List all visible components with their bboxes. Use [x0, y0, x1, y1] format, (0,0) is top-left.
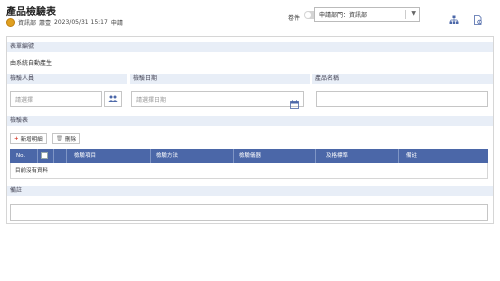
column-divider: [66, 149, 67, 163]
date-placeholder: 請選擇日期: [136, 96, 167, 104]
column-header-item: 檢驗項目: [74, 153, 97, 159]
trash-icon: 🗑: [56, 135, 63, 142]
toggle-knob: [305, 12, 311, 18]
inspector-placeholder: 請選擇: [15, 96, 34, 104]
column-divider: [233, 149, 234, 163]
column-divider: [37, 149, 38, 163]
form-no-section-header: 表單編號: [7, 42, 493, 52]
column-divider: [398, 149, 399, 163]
inspection-section-header: 檢驗表: [7, 116, 493, 126]
add-detail-button[interactable]: + 新增明細: [10, 133, 47, 144]
select-people-button[interactable]: [104, 91, 122, 107]
plus-icon: +: [14, 135, 19, 142]
date-label: 檢驗日期: [130, 74, 310, 84]
inspector-label: 檢驗人員: [7, 74, 127, 84]
page-title: 產品檢驗表: [6, 7, 56, 18]
table-header: No. 檢驗項目 檢驗方法 檢驗儀器 及格標準 備註: [10, 149, 488, 163]
column-header-standard: 及格標準: [326, 153, 349, 159]
column-divider: [150, 149, 151, 163]
meta-status: 申請: [110, 19, 123, 27]
column-header-instrument: 檢驗儀器: [239, 153, 262, 159]
avatar: [6, 17, 15, 27]
meta-datetime: 2023/05/31 15:17: [54, 18, 108, 26]
column-divider: [53, 149, 54, 163]
select-all-checkbox[interactable]: [41, 152, 48, 159]
document-settings-icon[interactable]: [473, 10, 483, 25]
column-header-method: 檢驗方法: [156, 153, 179, 159]
department-select[interactable]: 申請部門：資訊部 ▼: [314, 7, 420, 22]
column-divider: [315, 149, 316, 163]
remarks-input[interactable]: [10, 204, 488, 221]
department-select-value: 申請部門：資訊部: [319, 12, 368, 19]
column-header-no: No.: [16, 153, 26, 159]
inspector-input[interactable]: 請選擇: [10, 91, 102, 107]
delete-label: 刪除: [64, 136, 76, 143]
calendar-icon[interactable]: [290, 94, 300, 109]
remarks-section-header: 備註: [7, 186, 493, 196]
applicant-meta: 資訊部 蕭壹 2023/05/31 15:17 申請: [6, 17, 126, 27]
chevron-down-icon: ▼: [411, 10, 416, 17]
add-detail-label: 新增明細: [20, 136, 43, 143]
form-no-value: 由系統自動產生: [10, 60, 53, 67]
delete-button[interactable]: 🗑 刪除: [52, 133, 80, 144]
meta-user: 蕭壹: [39, 19, 52, 27]
select-divider: [405, 10, 406, 19]
meta-dept: 資訊部: [18, 19, 37, 27]
people-icon: [108, 95, 118, 102]
product-label: 產品名稱: [312, 74, 493, 84]
column-header-remarks: 備註: [406, 153, 418, 159]
date-input[interactable]: 請選擇日期: [131, 91, 304, 107]
org-chart-icon[interactable]: [449, 10, 459, 24]
table-empty-row: 目前沒有資料: [10, 163, 488, 179]
product-name-input[interactable]: [316, 91, 488, 107]
toggle-label: 卷件: [288, 15, 301, 22]
